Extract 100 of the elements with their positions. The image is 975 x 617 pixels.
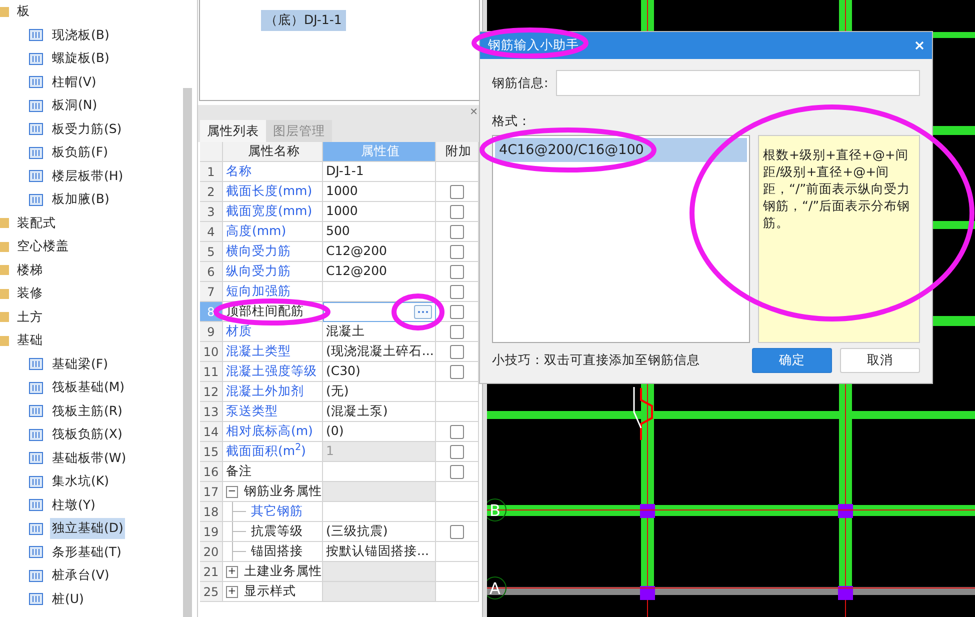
confirm-button[interactable]: 确定 bbox=[752, 348, 832, 373]
folder-label[interactable]: 基础 bbox=[15, 330, 45, 352]
tree-item[interactable]: 筏板主筋(R) bbox=[50, 400, 124, 422]
cancel-button[interactable]: 取消 bbox=[840, 348, 920, 373]
table-cell bbox=[436, 582, 479, 602]
tree-item[interactable]: 板加腋(B) bbox=[50, 189, 112, 210]
checkbox[interactable] bbox=[450, 304, 464, 318]
component-icon bbox=[28, 591, 44, 608]
checkbox[interactable] bbox=[450, 364, 464, 378]
tree-item[interactable]: （底）DJ-1-1 bbox=[261, 10, 346, 31]
property-name: 纵向受力筋 bbox=[226, 262, 291, 280]
property-name: 锚固搭接 bbox=[251, 542, 303, 560]
tree-item[interactable]: 板受力筋(S) bbox=[50, 118, 124, 140]
component-icon bbox=[28, 380, 44, 396]
property-value: (混凝土泵) bbox=[326, 402, 388, 420]
row-number: 20 bbox=[200, 542, 223, 562]
tree-item[interactable]: 桩承台(V) bbox=[50, 565, 112, 586]
tree-item[interactable]: 基础梁(F) bbox=[50, 354, 110, 375]
row-number: 12 bbox=[200, 382, 223, 402]
component-icon bbox=[28, 403, 44, 420]
property-value: 1000 bbox=[326, 202, 358, 220]
checkbox[interactable] bbox=[450, 184, 464, 198]
tree-item[interactable]: 楼层板带(H) bbox=[50, 166, 126, 187]
property-value: 按默认锚固搭接... bbox=[326, 542, 429, 560]
tree-item[interactable]: 条形基础(T) bbox=[50, 542, 124, 563]
property-name: 显示样式 bbox=[244, 582, 296, 600]
tree-item[interactable]: 板洞(N) bbox=[50, 95, 100, 116]
checkbox[interactable] bbox=[450, 244, 464, 258]
expand-toggle[interactable]: − bbox=[226, 486, 238, 498]
checkbox[interactable] bbox=[450, 464, 464, 478]
expand-toggle[interactable]: + bbox=[226, 586, 238, 598]
tree-item[interactable]: 筏板负筋(X) bbox=[50, 424, 124, 446]
tree-item[interactable]: 基础板带(W) bbox=[50, 448, 128, 469]
header-cell bbox=[200, 142, 223, 162]
folder-label[interactable]: 装修 bbox=[15, 283, 45, 304]
property-value: 混凝土 bbox=[326, 322, 365, 340]
row-number: 25 bbox=[200, 582, 223, 602]
checkbox[interactable] bbox=[450, 284, 464, 298]
component-icon bbox=[28, 144, 44, 161]
checkbox[interactable] bbox=[450, 204, 464, 218]
property-name: 截面宽度(mm) bbox=[226, 202, 312, 220]
folder-icon bbox=[0, 288, 9, 300]
folder-label[interactable]: 空心楼盖 bbox=[15, 236, 71, 258]
more-button[interactable] bbox=[414, 305, 432, 319]
expand-toggle[interactable]: + bbox=[226, 566, 238, 578]
folder-icon bbox=[0, 6, 9, 18]
property-name: 混凝土外加剂 bbox=[226, 382, 304, 400]
format-description: 根数+级别+直径+@+间距/级别+直径+@+间距，“/”前面表示纵向受力钢筋，“/”后面表示分布钢筋。 bbox=[758, 134, 920, 343]
tree-item[interactable]: 集水坑(K) bbox=[50, 471, 111, 492]
folder-label[interactable]: 装配式 bbox=[15, 212, 58, 234]
folder-icon bbox=[0, 217, 9, 230]
folder-label[interactable]: 楼梯 bbox=[15, 260, 45, 281]
component-icon bbox=[28, 474, 44, 490]
checkbox[interactable] bbox=[450, 264, 464, 278]
tree-item[interactable]: 柱墩(Y) bbox=[50, 494, 98, 516]
property-value: 500 bbox=[326, 222, 350, 240]
property-name: 泵送类型 bbox=[226, 402, 278, 420]
row-number: 11 bbox=[200, 362, 223, 382]
folder-icon bbox=[0, 334, 9, 347]
property-name: 截面长度(mm) bbox=[226, 182, 312, 200]
property-value: 1 bbox=[326, 442, 334, 460]
close-icon[interactable]: ✕ bbox=[470, 105, 478, 120]
tree-item[interactable]: 板负筋(F) bbox=[50, 142, 110, 164]
row-number: 3 bbox=[200, 202, 223, 222]
checkbox[interactable] bbox=[450, 344, 464, 358]
table-cell bbox=[436, 562, 479, 582]
folder-label[interactable]: 板 bbox=[15, 1, 32, 22]
checkbox[interactable] bbox=[450, 224, 464, 238]
checkbox[interactable] bbox=[450, 524, 464, 538]
row-number: 5 bbox=[200, 242, 223, 262]
component-icon bbox=[28, 74, 44, 90]
scrollbar-thumb[interactable] bbox=[183, 88, 192, 617]
close-button[interactable] bbox=[915, 41, 924, 50]
tree-item[interactable]: 螺旋板(B) bbox=[50, 48, 112, 70]
highlight-ellipse bbox=[392, 294, 444, 330]
column-header[interactable]: 附加 bbox=[436, 142, 479, 162]
row-number: 7 bbox=[200, 282, 223, 302]
checkbox[interactable] bbox=[450, 324, 464, 338]
tip-text: 小技巧：双击可直接添加至钢筋信息 bbox=[492, 351, 700, 370]
property-name: 混凝土类型 bbox=[226, 342, 291, 360]
text-field[interactable] bbox=[556, 70, 920, 96]
property-name: 相对底标高(m) bbox=[226, 422, 313, 440]
column-header[interactable]: 属性名称 bbox=[223, 142, 323, 162]
tree-item[interactable]: 桩(U) bbox=[50, 588, 86, 610]
property-name: 短向加强筋 bbox=[226, 282, 291, 300]
value-field[interactable] bbox=[323, 302, 436, 322]
row-number: 2 bbox=[200, 182, 223, 202]
tab[interactable]: 属性列表 bbox=[200, 120, 266, 142]
tree-item[interactable]: 柱帽(V) bbox=[50, 72, 98, 93]
property-value: (C30) bbox=[326, 362, 360, 380]
row-number: 10 bbox=[200, 342, 223, 362]
tree-item[interactable]: 筏板基础(M) bbox=[50, 377, 127, 398]
row-number: 9 bbox=[200, 322, 223, 342]
tree-item[interactable]: 独立基础(D) bbox=[50, 518, 126, 540]
checkbox[interactable] bbox=[450, 424, 464, 438]
component-icon bbox=[28, 544, 44, 560]
tree-item[interactable]: 现浇板(B) bbox=[50, 24, 112, 46]
folder-label[interactable]: 土方 bbox=[15, 306, 45, 328]
property-value: (三级抗震) bbox=[326, 522, 388, 540]
list-item[interactable]: 4C16@200/C16@100 bbox=[495, 138, 747, 162]
